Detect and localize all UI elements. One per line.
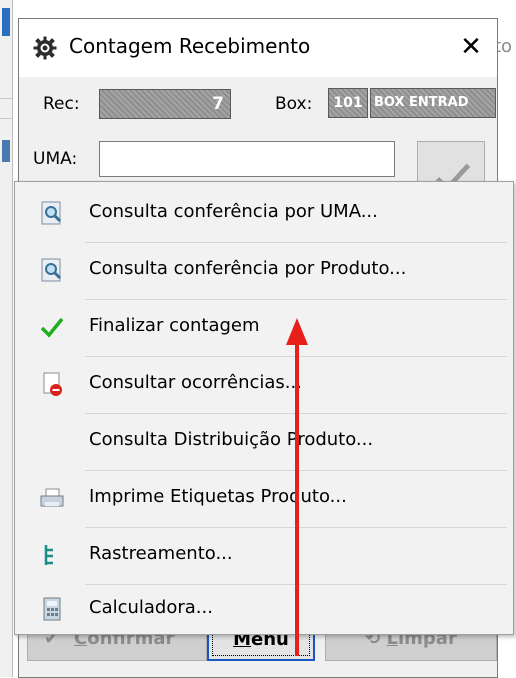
menu-item-label: Consulta conferência por UMA... [89, 201, 378, 222]
gear-app-icon [33, 36, 57, 60]
uma-input[interactable] [99, 141, 395, 177]
menu-item-label: Calculadora... [89, 597, 213, 618]
calculator-icon [43, 597, 61, 621]
uma-label: UMA: [33, 149, 78, 169]
menu-item-consultar-ocorrencias[interactable]: Consultar ocorrências... [15, 357, 513, 413]
background-window-marker [2, 140, 10, 162]
menu-item-consulta-produto[interactable]: Consulta conferência por Produto... [15, 243, 513, 299]
menu-item-calculadora[interactable]: Calculadora... [15, 582, 513, 638]
menu-item-rastreamento[interactable]: Rastreamento... [15, 528, 513, 584]
background-window-marker [2, 8, 10, 36]
menu-item-label: Finalizar contagem [89, 315, 260, 336]
context-menu: Consulta conferência por UMA... Consulta… [14, 181, 514, 635]
box-label: Box: [275, 94, 313, 114]
background-divider [0, 118, 12, 119]
close-button[interactable]: ✕ [451, 27, 491, 67]
menu-item-label: Consultar ocorrências... [89, 372, 302, 393]
menu-item-label: Rastreamento... [89, 543, 233, 564]
box-code-field: 101 [328, 88, 368, 118]
menu-item-consulta-distribuicao[interactable]: Consulta Distribuição Produto... [15, 414, 513, 470]
rec-label: Rec: [43, 94, 80, 114]
menu-item-consulta-uma[interactable]: Consulta conferência por UMA... [15, 186, 513, 242]
title-bar: Contagem Recebimento ✕ [19, 19, 497, 77]
background-divider [0, 98, 12, 99]
menu-item-label: Imprime Etiquetas Produto... [89, 486, 347, 507]
green-check-icon [40, 317, 64, 338]
magnifier-doc-icon [41, 201, 62, 225]
background-window-edge [0, 0, 13, 677]
printer-icon [40, 488, 64, 507]
menu-item-imprime-etiquetas[interactable]: Imprime Etiquetas Produto... [15, 471, 513, 527]
box-name-field: BOX ENTRAD [370, 88, 496, 118]
menu-item-finalizar-contagem[interactable]: Finalizar contagem [15, 300, 513, 356]
tree-icon [44, 545, 53, 565]
menu-item-label: Consulta conferência por Produto... [89, 258, 407, 279]
magnifier-doc-icon [41, 258, 62, 282]
doc-stop-icon [43, 372, 62, 396]
window-title: Contagem Recebimento [69, 34, 311, 58]
menu-item-label: Consulta Distribuição Produto... [89, 429, 374, 450]
rec-field: 7 [99, 89, 231, 119]
